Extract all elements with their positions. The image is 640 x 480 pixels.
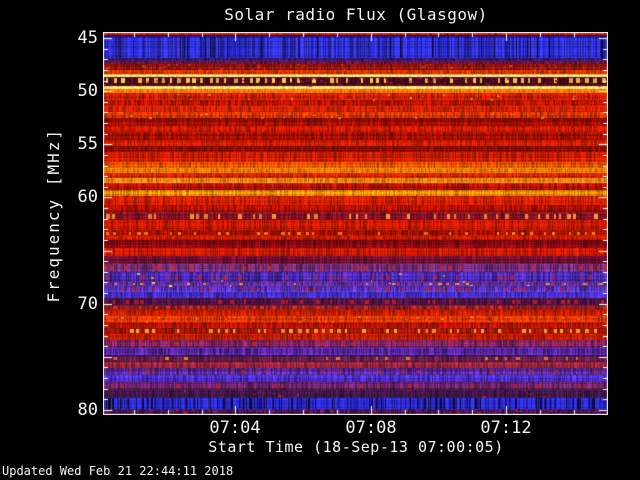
x-tick-label-07-08: 07:08	[331, 419, 411, 437]
x-axis-title: Start Time (18-Sep-13 07:00:05)	[208, 438, 503, 456]
chart-title: Solar radio Flux (Glasgow)	[224, 5, 487, 24]
y-tick-label-45: 45	[56, 29, 98, 47]
y-axis-title: Frequency [MHz]	[44, 128, 63, 303]
solar-radio-flux-window: Solar radio Flux (Glasgow) Frequency [MH…	[0, 0, 640, 480]
y-tick-label-60: 60	[56, 188, 98, 206]
y-tick-label-50: 50	[56, 82, 98, 100]
spectrogram-canvas	[103, 32, 608, 415]
y-tick-label-80: 80	[56, 401, 98, 419]
x-tick-label-07-12: 07:12	[466, 419, 546, 437]
y-tick-label-70: 70	[56, 295, 98, 313]
y-tick-label-55: 55	[56, 135, 98, 153]
update-timestamp: Updated Wed Feb 21 22:44:11 2018	[2, 464, 233, 478]
x-tick-label-07-04: 07:04	[195, 419, 275, 437]
